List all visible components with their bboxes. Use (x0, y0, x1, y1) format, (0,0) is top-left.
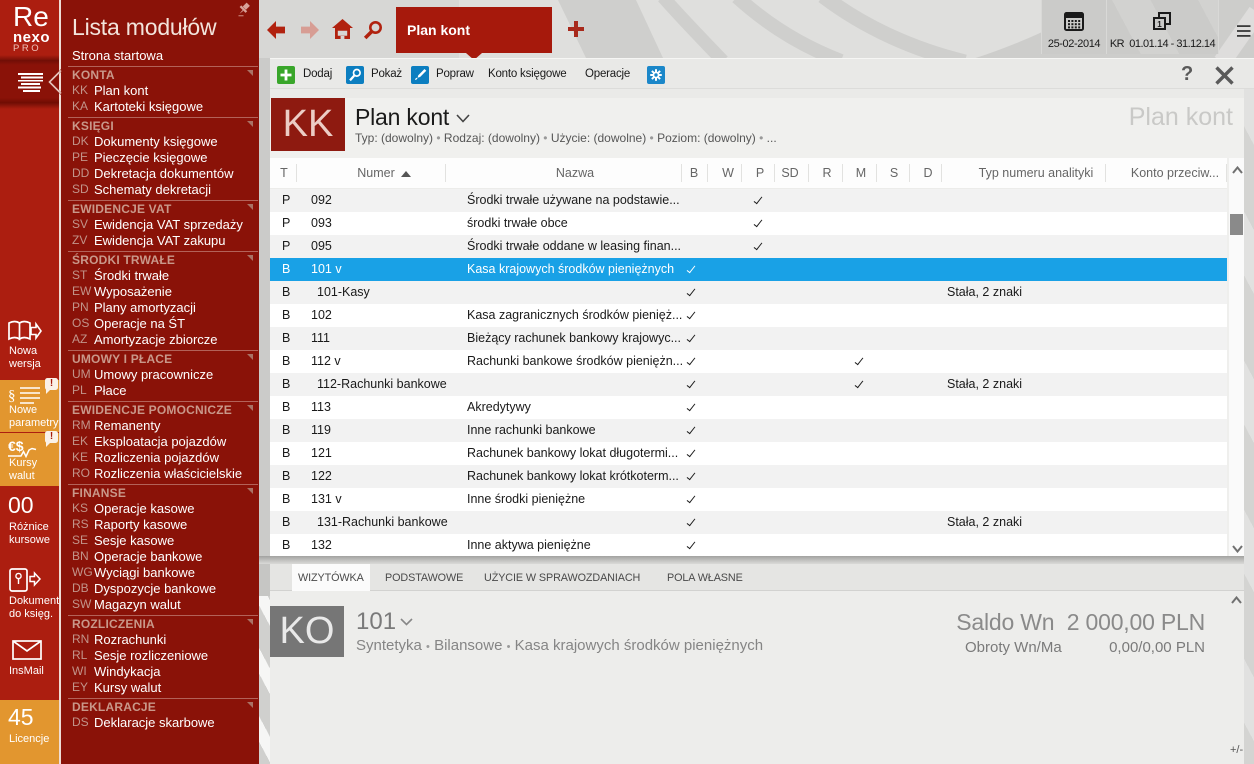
svg-text:§: § (8, 388, 16, 404)
svg-text:1: 1 (1157, 20, 1162, 29)
svg-text:€$: €$ (8, 438, 24, 454)
